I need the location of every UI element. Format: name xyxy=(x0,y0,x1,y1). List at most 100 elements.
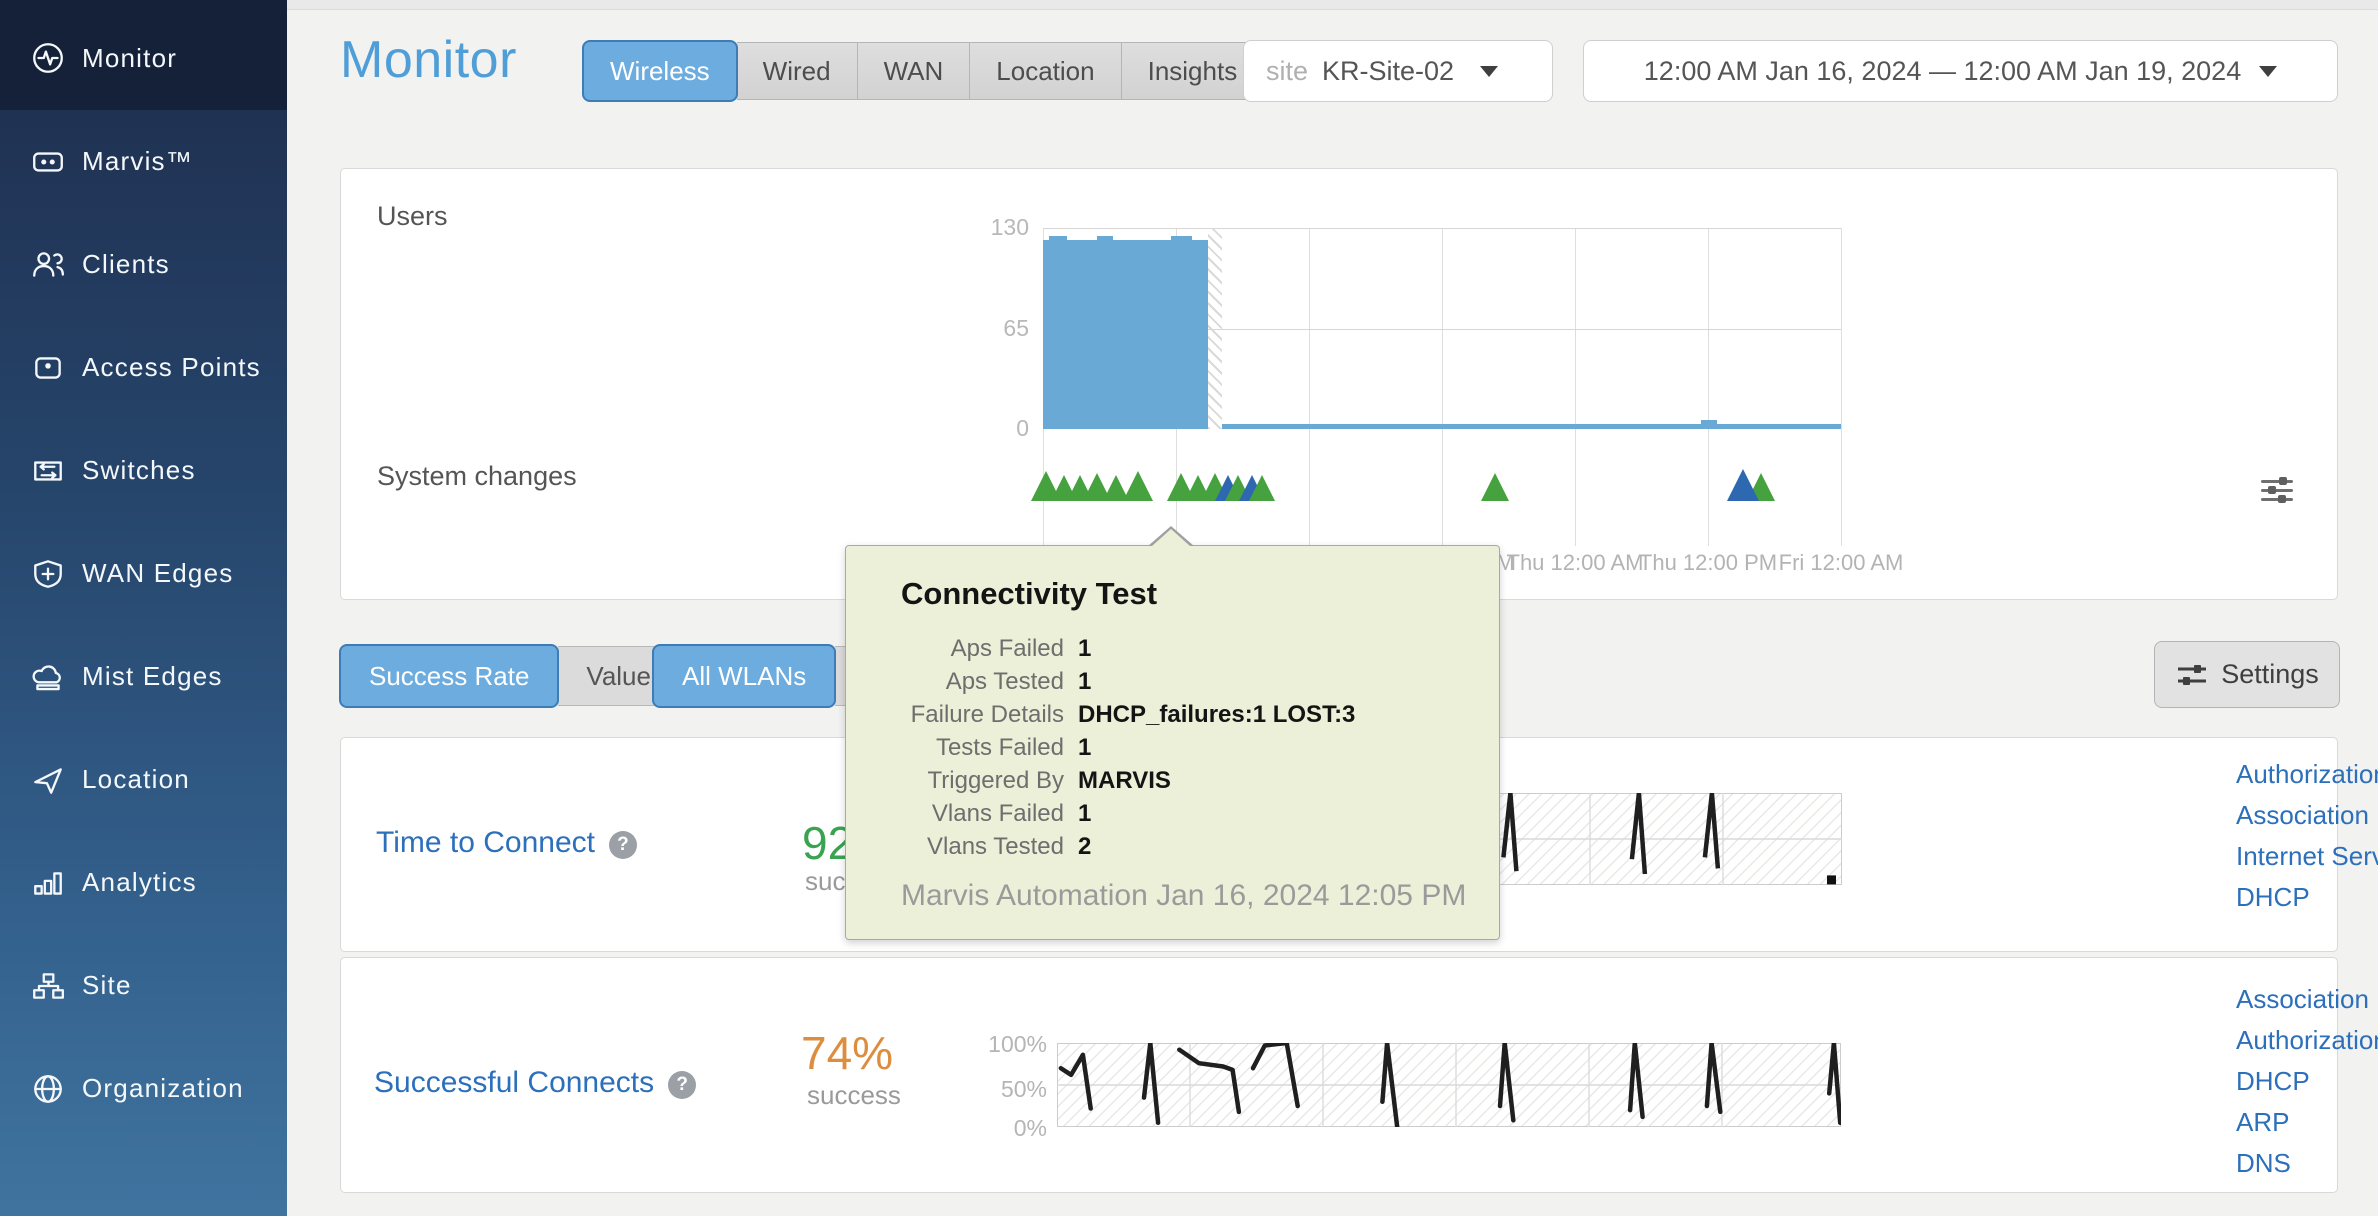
tab-wired[interactable]: Wired xyxy=(737,42,858,100)
system-change-marker-green[interactable] xyxy=(1123,471,1153,501)
metric-label[interactable]: ARP xyxy=(2236,1107,2289,1138)
help-icon[interactable]: ? xyxy=(609,831,637,859)
sidebar-item-label: Location xyxy=(82,764,190,795)
metric-label[interactable]: Association xyxy=(2236,800,2369,831)
site-selector[interactable]: site KR-Site-02 xyxy=(1243,40,1553,102)
site-selector-value: KR-Site-02 xyxy=(1322,56,1454,87)
sidebar-item-label: Monitor xyxy=(82,43,177,74)
sidebar-item-site[interactable]: Site xyxy=(0,934,287,1037)
tooltip-row-value: 1 xyxy=(1078,797,1499,830)
sidebar-item-wan-edges[interactable]: WAN Edges xyxy=(0,522,287,625)
metric-label[interactable]: Association xyxy=(2236,984,2369,1015)
y-axis-tick: 130 xyxy=(959,214,1029,241)
tooltip-row-label: Triggered By xyxy=(846,764,1064,797)
tooltip-footer: Marvis Automation Jan 16, 2024 12:05 PM xyxy=(901,879,1466,913)
metric-label[interactable]: Authorization xyxy=(2236,1025,2378,1056)
metric-label[interactable]: Internet Services xyxy=(2236,841,2378,872)
metric-label[interactable]: Authorization xyxy=(2236,759,2378,790)
sidebar-item-label: Clients xyxy=(82,249,170,280)
users-flat-bump xyxy=(1701,420,1717,429)
sparkline-svg xyxy=(1057,1043,1841,1127)
wan-edges-icon xyxy=(30,556,66,592)
chart-settings-sliders-icon[interactable] xyxy=(2261,477,2295,503)
system-change-marker-green[interactable] xyxy=(1481,473,1509,501)
successful-connects-sparkline[interactable] xyxy=(1057,1043,1841,1127)
sidebar-item-access-points[interactable]: Access Points xyxy=(0,316,287,419)
sidebar-item-label: WAN Edges xyxy=(82,558,233,589)
no-data-hatch xyxy=(1208,228,1222,429)
sidebar-item-switches[interactable]: Switches xyxy=(0,419,287,522)
monitor-tab-group: WirelessWiredWANLocationInsights xyxy=(583,42,1264,100)
marvis-icon xyxy=(30,144,66,180)
sidebar-item-analytics[interactable]: Analytics xyxy=(0,831,287,934)
sidebar-item-label: Mist Edges xyxy=(82,661,223,692)
spark-ytick-100: 100% xyxy=(977,1031,1047,1058)
tooltip-row-label: Failure Details xyxy=(846,698,1064,731)
users-chart[interactable]: 130650Tue 12:00 AMTue 12:00 PMWed 12:00 … xyxy=(1043,228,1841,546)
sidebar-item-organization[interactable]: Organization xyxy=(0,1037,287,1140)
sidebar-item-monitor[interactable]: Monitor xyxy=(0,0,287,110)
system-change-marker-blue[interactable] xyxy=(1727,469,1759,501)
sliders-icon xyxy=(2175,660,2209,690)
successful-connects-value: 74% xyxy=(801,1026,893,1080)
users-bar xyxy=(1043,240,1208,429)
app-root: Monitor Marvis™ Clients Access Points Switch… xyxy=(0,0,2378,1216)
metric-row-arp: ARP0% xyxy=(2236,1102,2378,1143)
successful-connects-link[interactable]: Successful Connects? xyxy=(374,1066,696,1100)
grid-line xyxy=(1841,228,1842,546)
toggle-all-wlans[interactable]: All WLANs xyxy=(652,644,836,708)
tooltip-row-value: 1 xyxy=(1078,731,1499,764)
tooltip-row-value: MARVIS xyxy=(1078,764,1499,797)
top-band xyxy=(287,0,2378,10)
date-range-value: 12:00 AM Jan 16, 2024 — 12:00 AM Jan 19,… xyxy=(1644,56,2241,87)
time-to-connect-link[interactable]: Time to Connect? xyxy=(376,826,637,860)
system-change-marker-green[interactable] xyxy=(1249,475,1275,501)
users-bar-bump xyxy=(1097,236,1113,242)
metric-row-authorization: Authorization< 1% xyxy=(2236,1020,2378,1061)
x-axis-tick: Fri 12:00 AM xyxy=(1779,550,1904,576)
sidebar-item-location[interactable]: Location xyxy=(0,728,287,831)
tab-wireless[interactable]: Wireless xyxy=(582,40,738,102)
tooltip-row-value: DHCP_failures:1 LOST:3 xyxy=(1078,698,1499,731)
clients-icon xyxy=(30,247,66,283)
help-icon[interactable]: ? xyxy=(668,1071,696,1099)
x-axis-tick: Thu 12:00 AM xyxy=(1507,550,1644,576)
tooltip-row-value: 1 xyxy=(1078,665,1499,698)
successful-connects-metrics: Association0%Authorization< 1%DHCP> 99%A… xyxy=(2236,979,2378,1184)
metric-row-internet-services: Internet Services0% xyxy=(2236,836,2378,877)
tooltip-row-value: 1 xyxy=(1078,632,1499,665)
tooltip-row-value: 2 xyxy=(1078,830,1499,863)
sidebar-item-label: Analytics xyxy=(82,867,197,898)
sidebar-item-label: Marvis™ xyxy=(82,146,193,177)
tab-wan[interactable]: WAN xyxy=(858,42,971,100)
metric-label[interactable]: DHCP xyxy=(2236,1066,2310,1097)
settings-button[interactable]: Settings xyxy=(2154,641,2340,708)
sidebar-item-marvis[interactable]: Marvis™ xyxy=(0,110,287,213)
sidebar: Monitor Marvis™ Clients Access Points Switch… xyxy=(0,0,287,1216)
toggle-success-rate[interactable]: Success Rate xyxy=(339,644,559,708)
metric-row-dhcp: DHCP94% xyxy=(2236,877,2378,918)
wlan-toggle-group: All WLANs xyxy=(653,646,865,706)
metric-label[interactable]: DHCP xyxy=(2236,882,2310,913)
date-range-selector[interactable]: 12:00 AM Jan 16, 2024 — 12:00 AM Jan 19,… xyxy=(1583,40,2338,102)
metric-label[interactable]: DNS xyxy=(2236,1148,2291,1179)
monitor-icon xyxy=(30,40,66,76)
sidebar-item-label: Access Points xyxy=(82,352,261,383)
rate-toggle-group: Success RateValues xyxy=(340,646,693,706)
tooltip-row-label: Tests Failed xyxy=(846,731,1064,764)
sidebar-item-label: Organization xyxy=(82,1073,244,1104)
switches-icon xyxy=(30,453,66,489)
tab-location[interactable]: Location xyxy=(970,42,1121,100)
grid-line xyxy=(1708,228,1709,546)
y-axis-tick: 0 xyxy=(959,415,1029,442)
users-bar-bump xyxy=(1049,236,1067,242)
sidebar-item-mist-edges[interactable]: Mist Edges xyxy=(0,625,287,728)
x-axis-tick: Thu 12:00 PM xyxy=(1639,550,1777,576)
grid-line xyxy=(1442,228,1443,546)
grid-line xyxy=(1309,228,1310,546)
mist-edges-icon xyxy=(30,659,66,695)
sidebar-item-clients[interactable]: Clients xyxy=(0,213,287,316)
sidebar-item-label: Site xyxy=(82,970,132,1001)
site-selector-prefix: site xyxy=(1266,56,1308,87)
tooltip-row-label: Vlans Tested xyxy=(846,830,1064,863)
